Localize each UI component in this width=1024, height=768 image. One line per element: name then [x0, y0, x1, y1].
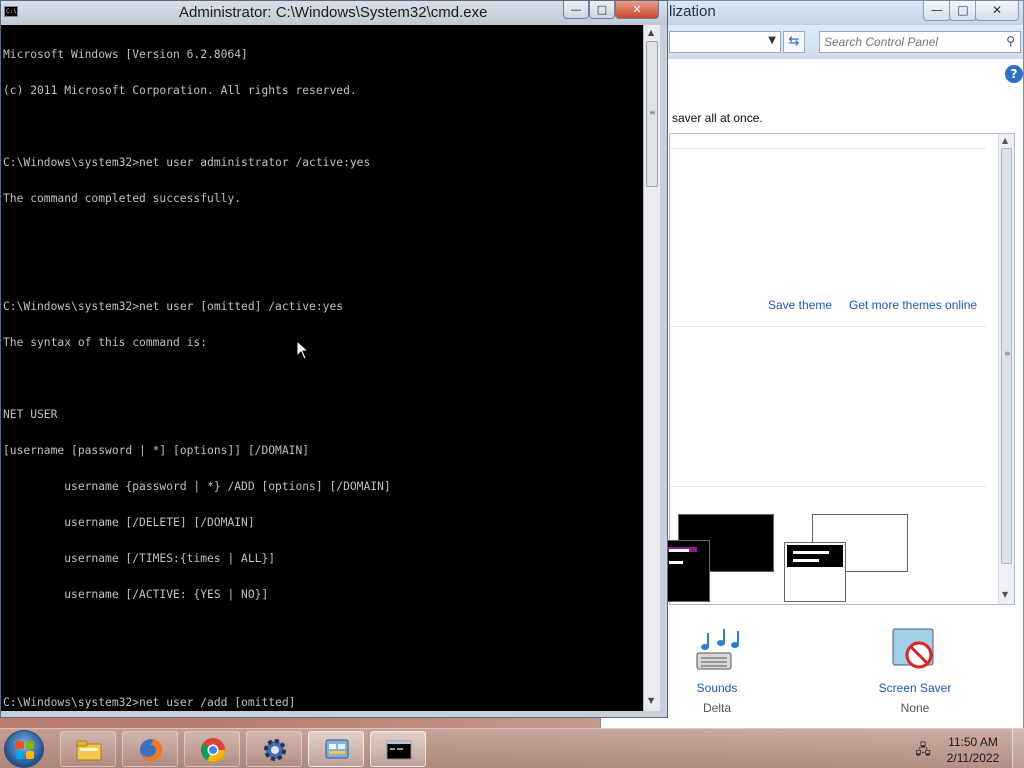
console-output[interactable]: Microsoft Windows [Version 6.2.8064] (c)… [1, 25, 643, 711]
divider [670, 486, 986, 487]
cmd-icon [386, 740, 412, 760]
scroll-up-icon[interactable]: ▲ [1002, 136, 1008, 145]
chrome-icon [200, 738, 225, 763]
scroll-thumb[interactable]: ≡ [1001, 148, 1012, 564]
sounds-setting[interactable]: Sounds Delta [647, 625, 787, 715]
theme-preview-high-contrast-white[interactable] [778, 514, 908, 602]
sounds-value: Delta [702, 701, 731, 715]
grip-icon: ≡ [649, 108, 656, 117]
divider [670, 148, 986, 149]
cmd-scrollbar[interactable]: ▲ ≡ ▼ [643, 25, 660, 711]
search-icon[interactable]: ⚲ [1006, 34, 1015, 48]
control-panel-icon [325, 739, 349, 759]
console-line: C:\Windows\system32>net user administrat… [3, 156, 371, 169]
console-line: The syntax of this command is: [3, 336, 208, 349]
console-line: [username [password | *] [options]] [/DO… [3, 444, 310, 457]
console-input-line[interactable]: C:\Windows\system32>net user /add [omitt… [3, 697, 391, 709]
cmd-titlebar[interactable]: C:\ Administrator: C:\Windows\System32\c… [1, 1, 667, 25]
console-line: Microsoft Windows [Version 6.2.8064] [3, 48, 248, 61]
personalization-description: saver all at once. [672, 111, 763, 125]
themes-list[interactable]: Save theme Get more themes online ▲ ≡ ▼ [664, 133, 1015, 605]
network-icon[interactable]: 🖧 [914, 739, 932, 758]
taskbar-explorer-button[interactable] [60, 731, 116, 767]
save-theme-link[interactable]: Save theme [768, 298, 832, 312]
console-text: Microsoft Windows [Version 6.2.8064] (c)… [3, 25, 391, 711]
search-input[interactable] [824, 33, 996, 51]
refresh-icon[interactable]: ⇆ [783, 31, 805, 53]
music-notes-icon [691, 625, 743, 677]
console-line: username {password | *} /ADD [options] [… [3, 480, 391, 493]
scroll-up-icon[interactable]: ▲ [648, 28, 654, 37]
control-panel-title: lization [669, 3, 716, 20]
grip-icon: ≡ [1004, 349, 1011, 358]
maximize-button[interactable]: □ [949, 1, 977, 21]
console-line: username [/TIMES:{times | ALL}] [3, 552, 276, 565]
screen-saver-value: None [900, 701, 930, 715]
screen-saver-icon [889, 625, 941, 677]
firefox-icon [140, 738, 163, 761]
taskbar-chrome-button[interactable] [184, 731, 240, 767]
sounds-label[interactable]: Sounds [647, 681, 787, 695]
console-line: username [/DELETE] [/DOMAIN] [3, 516, 255, 529]
taskbar-firefox-button[interactable] [122, 731, 178, 767]
cmd-icon[interactable]: C:\ [4, 6, 18, 17]
chevron-down-icon[interactable]: ▼ [768, 35, 776, 46]
address-bar[interactable]: ▼ [669, 31, 781, 53]
get-more-themes-link[interactable]: Get more themes online [849, 298, 977, 312]
divider [670, 326, 986, 327]
scroll-down-icon[interactable]: ▼ [1002, 590, 1008, 599]
folder-icon [76, 740, 102, 761]
cmd-window[interactable]: C:\ Administrator: C:\Windows\System32\c… [0, 0, 668, 718]
scroll-down-icon[interactable]: ▼ [648, 696, 654, 705]
system-clock[interactable]: 11:50 AM 2/11/2022 [944, 734, 1002, 766]
mouse-pointer-icon [296, 340, 310, 360]
taskbar: 🖧 11:50 AM 2/11/2022 [0, 728, 1024, 768]
console-line: (c) 2011 Microsoft Corporation. All righ… [3, 84, 357, 97]
console-line: C:\Windows\system32>net user [omitted] /… [3, 300, 344, 313]
theme-preview-high-contrast-1[interactable] [664, 514, 774, 602]
help-icon[interactable]: ? [1005, 65, 1023, 83]
console-line: NET USER [3, 408, 58, 421]
minimize-button[interactable]: — [923, 1, 951, 21]
close-button[interactable]: ✕ [615, 1, 659, 19]
maximize-button[interactable]: □ [589, 1, 615, 19]
screen-saver-label[interactable]: Screen Saver [845, 681, 985, 695]
themes-scrollbar[interactable]: ▲ ≡ ▼ [998, 134, 1014, 604]
show-desktop-button[interactable] [1012, 729, 1024, 768]
gear-icon [264, 739, 286, 761]
screen-saver-setting[interactable]: Screen Saver None [845, 625, 985, 715]
taskbar-cmd-button[interactable] [370, 731, 426, 767]
taskbar-settings-button[interactable] [246, 731, 302, 767]
close-button[interactable]: ✕ [975, 1, 1019, 21]
cmd-title: Administrator: C:\Windows\System32\cmd.e… [179, 4, 488, 21]
scroll-thumb[interactable]: ≡ [646, 41, 658, 187]
search-box[interactable]: ⚲ [819, 31, 1021, 53]
console-line: username [/ACTIVE: {YES | NO}] [3, 588, 269, 601]
start-button[interactable] [4, 730, 44, 768]
clock-time: 11:50 AM [948, 735, 998, 749]
taskbar-control-panel-button[interactable] [308, 731, 364, 767]
clock-date: 2/11/2022 [946, 751, 1000, 765]
console-line: The command completed successfully. [3, 192, 242, 205]
minimize-button[interactable]: — [563, 1, 589, 19]
windows-logo-icon [16, 741, 34, 759]
